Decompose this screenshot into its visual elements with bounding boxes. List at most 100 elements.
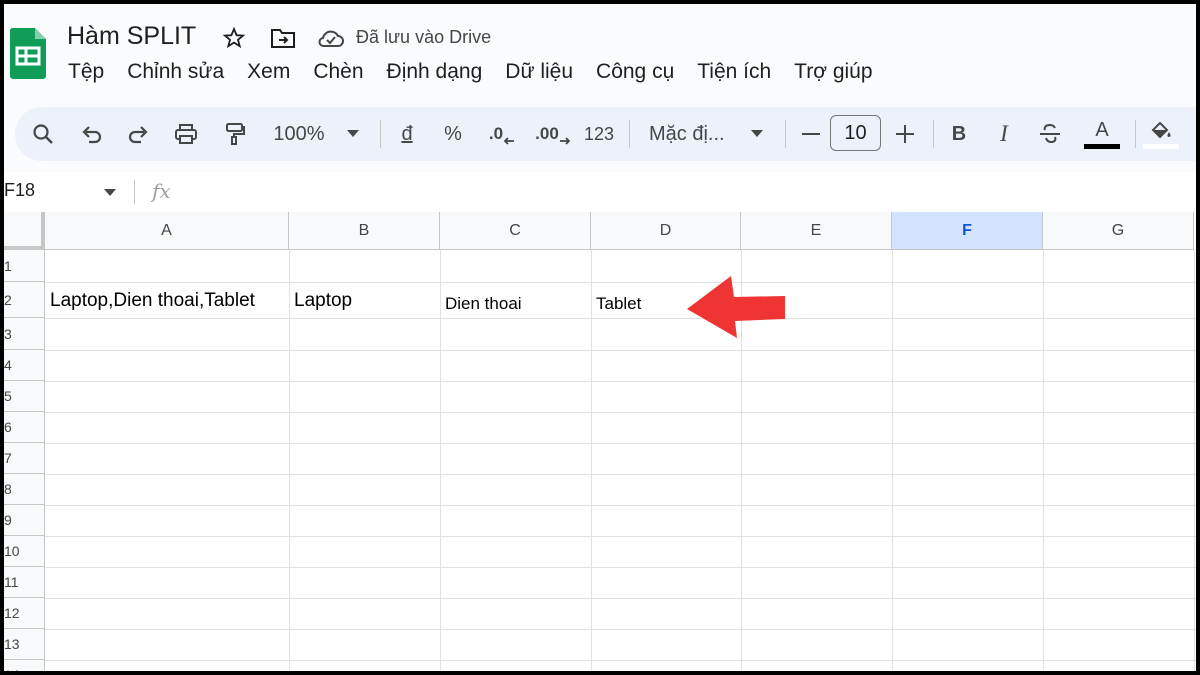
- fill-color-icon: [1151, 121, 1171, 138]
- row-header-7[interactable]: 7: [4, 443, 45, 474]
- paint-format-icon: [226, 123, 245, 145]
- row-header-3[interactable]: 3: [4, 318, 45, 350]
- caret-down-icon: [347, 130, 359, 137]
- move-to-folder-icon[interactable]: [270, 26, 296, 50]
- increase-decimal-button[interactable]: .00: [533, 107, 573, 161]
- select-all-corner[interactable]: [4, 212, 45, 250]
- currency-format-button[interactable]: đ: [395, 107, 419, 161]
- grid-line: [45, 660, 1196, 661]
- toolbar-divider: [785, 120, 786, 148]
- row-header-11[interactable]: 11: [4, 567, 45, 598]
- increase-font-size-button[interactable]: [892, 107, 918, 161]
- column-header-g[interactable]: G: [1043, 212, 1194, 250]
- row-header-10[interactable]: 10: [4, 536, 45, 567]
- row-number: 13: [4, 636, 20, 652]
- cell-c2[interactable]: Dien thoai: [445, 294, 522, 314]
- app-window: Hàm SPLIT Đã lưu vào Drive Tệp Chỉnh sửa…: [4, 4, 1196, 671]
- row-number: 4: [4, 357, 12, 373]
- column-header-c[interactable]: C: [440, 212, 591, 250]
- fill-color-button[interactable]: [1143, 107, 1179, 161]
- strikethrough-button[interactable]: [1035, 107, 1065, 161]
- row-number: 14: [4, 667, 20, 671]
- zoom-value[interactable]: 100%: [268, 107, 330, 161]
- row-number: 12: [4, 605, 20, 621]
- row-number: 5: [4, 388, 12, 404]
- font-family-select[interactable]: Mặc đị...: [649, 107, 739, 161]
- formula-divider: [134, 180, 135, 204]
- grid-line: [892, 250, 893, 671]
- bold-button[interactable]: B: [945, 107, 973, 161]
- grid-line: [1194, 250, 1195, 671]
- undo-icon: [82, 126, 102, 144]
- row-header-5[interactable]: 5: [4, 381, 45, 412]
- star-icon[interactable]: [222, 26, 246, 50]
- undo-button[interactable]: [77, 107, 107, 161]
- save-status: Đã lưu vào Drive: [356, 27, 492, 47]
- menu-file[interactable]: Tệp: [68, 60, 104, 84]
- row-header-4[interactable]: 4: [4, 350, 45, 381]
- grid-line: [45, 629, 1196, 630]
- zoom-dropdown[interactable]: [343, 107, 363, 161]
- text-color-button[interactable]: A: [1083, 107, 1121, 161]
- more-formats-button[interactable]: 123: [581, 107, 617, 161]
- arrow-right-icon: [559, 137, 571, 145]
- sheets-logo-icon[interactable]: [8, 26, 48, 80]
- toolbar-divider: [629, 120, 630, 148]
- cell-b2[interactable]: Laptop: [294, 290, 352, 312]
- menu-edit[interactable]: Chỉnh sửa: [127, 60, 224, 84]
- caret-down-icon[interactable]: [104, 189, 116, 197]
- redo-button[interactable]: [123, 107, 153, 161]
- document-title[interactable]: Hàm SPLIT: [67, 22, 196, 51]
- menu-data[interactable]: Dữ liệu: [505, 60, 573, 84]
- decrease-decimal-button[interactable]: .0: [485, 107, 519, 161]
- row-header-6[interactable]: 6: [4, 412, 45, 443]
- grid-line: [45, 567, 1196, 568]
- cloud-saved-icon[interactable]: [317, 26, 345, 50]
- menu-extensions[interactable]: Tiện ích: [697, 60, 771, 84]
- column-header-b[interactable]: B: [289, 212, 440, 250]
- column-header-f[interactable]: F: [892, 212, 1043, 250]
- font-dropdown[interactable]: [747, 107, 767, 161]
- search-menus-button[interactable]: [27, 107, 59, 161]
- red-arrow-annotation: [687, 276, 785, 338]
- menu-tools[interactable]: Công cụ: [596, 60, 674, 84]
- cell-d2[interactable]: Tablet: [596, 294, 641, 314]
- grid-line: [45, 474, 1196, 475]
- toolbar: 100% đ % .0 .00 123 Mặc đị... 10 B I A: [15, 107, 1196, 161]
- row-header-2[interactable]: 2: [4, 282, 45, 318]
- row-number: 7: [4, 450, 12, 466]
- name-box[interactable]: F18: [4, 180, 35, 201]
- paint-format-button[interactable]: [220, 107, 250, 161]
- toolbar-divider: [1135, 120, 1136, 148]
- arrow-left-icon: [503, 137, 515, 145]
- row-header-1[interactable]: 1: [4, 250, 45, 282]
- menu-format[interactable]: Định dạng: [387, 60, 483, 84]
- row-number: 1: [4, 257, 12, 274]
- percent-format-button[interactable]: %: [440, 107, 466, 161]
- grid-line: [45, 412, 1196, 413]
- column-header-e[interactable]: E: [741, 212, 892, 250]
- spreadsheet-grid[interactable]: A B C D E F G 1 2 3 4 5 6 7 8 9 10 11 12…: [4, 212, 1196, 671]
- font-size-input[interactable]: 10: [830, 115, 881, 151]
- row-header-14[interactable]: 14: [4, 660, 45, 671]
- grid-line: [45, 381, 1196, 382]
- toolbar-divider: [380, 120, 381, 148]
- grid-line: [45, 536, 1196, 537]
- search-icon: [33, 124, 53, 144]
- grid-line: [45, 443, 1196, 444]
- cell-a2[interactable]: Laptop,Dien thoai,Tablet: [50, 290, 255, 312]
- menu-insert[interactable]: Chèn: [313, 60, 363, 84]
- row-header-8[interactable]: 8: [4, 474, 45, 505]
- row-header-9[interactable]: 9: [4, 505, 45, 536]
- print-button[interactable]: [171, 107, 201, 161]
- row-header-12[interactable]: 12: [4, 598, 45, 629]
- decrease-font-size-button[interactable]: [798, 107, 824, 161]
- menu-help[interactable]: Trợ giúp: [794, 60, 872, 84]
- italic-button[interactable]: I: [990, 107, 1018, 161]
- grid-line: [45, 282, 1196, 283]
- column-header-d[interactable]: D: [591, 212, 741, 250]
- print-icon: [175, 124, 197, 144]
- row-header-13[interactable]: 13: [4, 629, 45, 660]
- menu-view[interactable]: Xem: [247, 60, 290, 84]
- column-header-a[interactable]: A: [45, 212, 289, 250]
